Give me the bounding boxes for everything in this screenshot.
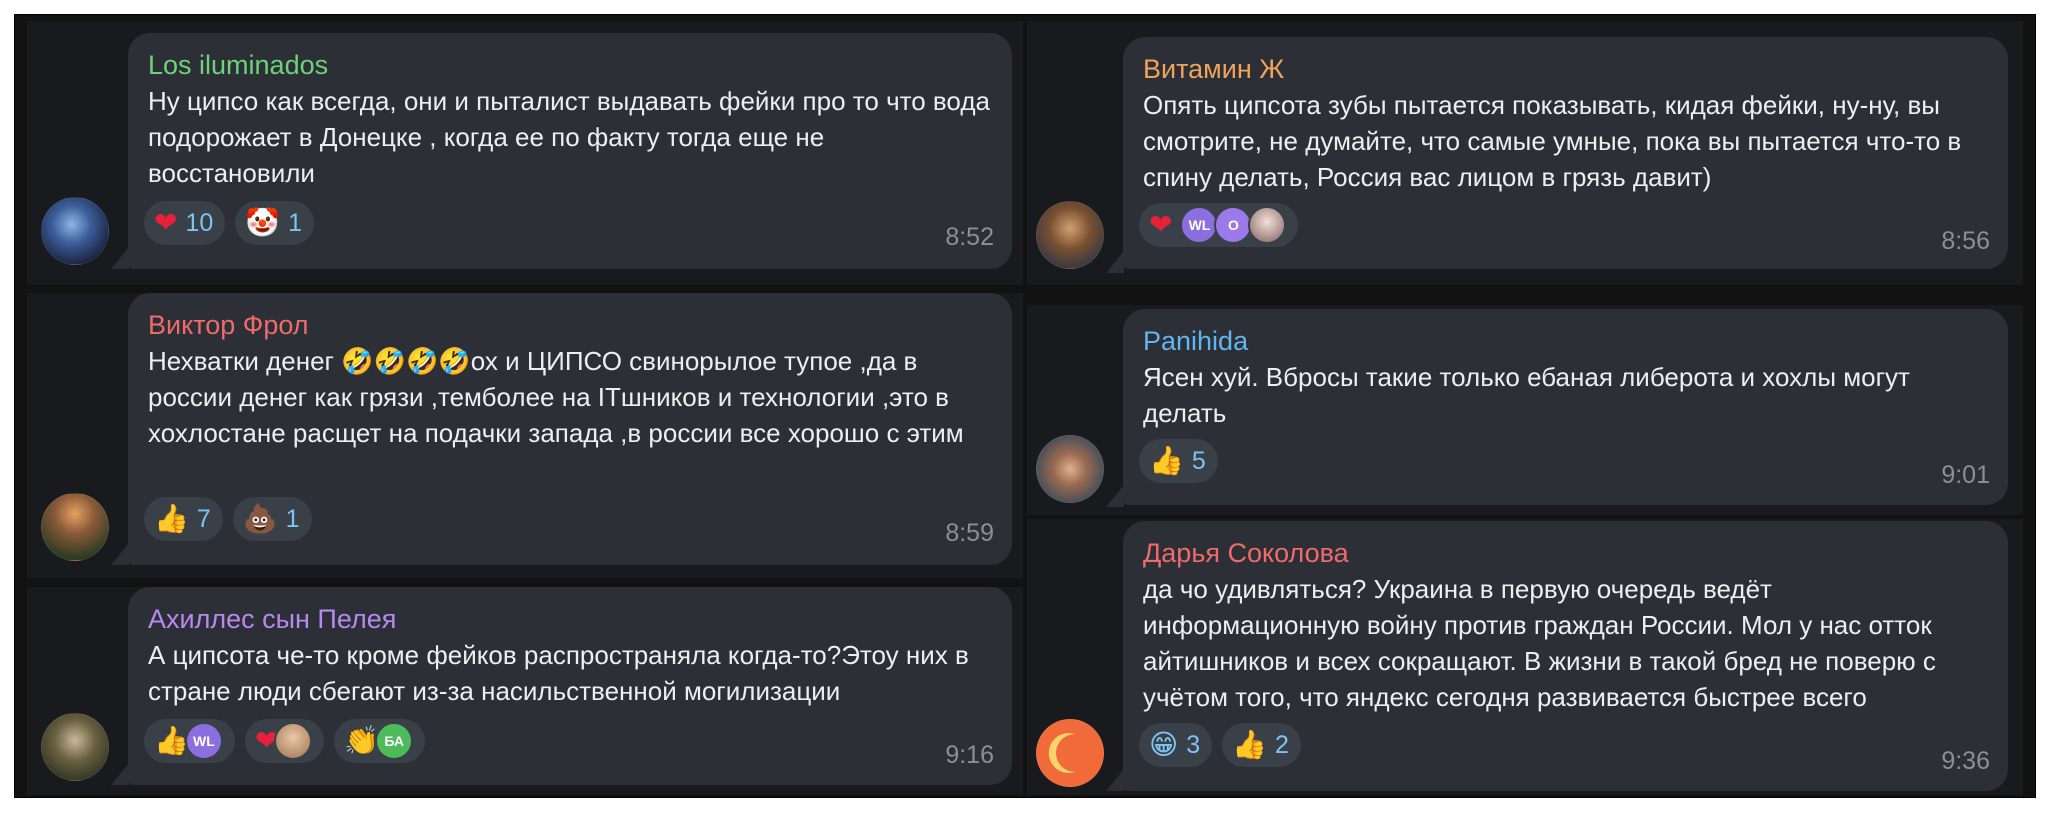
reaction-count: 3 bbox=[1186, 730, 1201, 759]
user-avatar[interactable] bbox=[41, 493, 109, 561]
message-bubble[interactable]: Ахиллес сын Пелея А ципсота че-то кроме … bbox=[128, 587, 1012, 785]
reactions-bar: ❤ WL O bbox=[1139, 203, 1299, 247]
reaction-count: 2 bbox=[1274, 730, 1289, 759]
moon-icon bbox=[1037, 720, 1103, 786]
thumbs-up-icon: 👍 bbox=[154, 503, 189, 534]
author-name[interactable]: Ахиллес сын Пелея bbox=[148, 603, 992, 635]
message-text: Ну ципсо как всегда, они и пыталист выда… bbox=[148, 86, 998, 188]
reactions-bar: 👍 5 bbox=[1139, 439, 1218, 483]
user-avatar[interactable] bbox=[1036, 435, 1104, 503]
author-name[interactable]: Виктор Фрол bbox=[148, 309, 992, 341]
message-bubble[interactable]: Дарья Соколова да чо удивляться? Украина… bbox=[1123, 521, 2008, 791]
message-time: 8:52 bbox=[945, 223, 994, 251]
reactor-avatar: WL bbox=[184, 722, 223, 760]
reaction-chip[interactable]: 💩 1 bbox=[232, 497, 312, 541]
reaction-count: 1 bbox=[288, 208, 303, 237]
thumbs-up-icon: 👍 bbox=[1149, 445, 1184, 476]
message-time: 8:56 bbox=[1941, 227, 1990, 255]
message-text: Нехватки денег 🤣🤣🤣🤣ох и ЦИПСО свинорылое… bbox=[148, 346, 964, 448]
reaction-chip[interactable]: ❤ 10 bbox=[144, 201, 226, 245]
reactor-avatar bbox=[1248, 206, 1287, 244]
reaction-count: 5 bbox=[1191, 446, 1206, 475]
thumbs-up-icon: 👍 bbox=[1232, 729, 1267, 760]
reaction-chip[interactable]: 😁 3 bbox=[1139, 723, 1213, 767]
grin-icon: 😁 bbox=[1149, 729, 1179, 760]
reaction-chip[interactable]: ❤ WL O bbox=[1139, 203, 1299, 247]
message-bubble[interactable]: Виктор Фрол Нехватки денег 🤣🤣🤣🤣ох и ЦИПС… bbox=[128, 293, 1012, 565]
reaction-chip[interactable]: 👍 2 bbox=[1222, 723, 1301, 767]
author-name[interactable]: Дарья Соколова bbox=[1143, 537, 1988, 569]
thumbs-up-icon: 👍 bbox=[154, 725, 189, 756]
reactor-avatar: БА bbox=[375, 722, 414, 760]
message-bubble[interactable]: Los iluminados Ну ципсо как всегда, они … bbox=[128, 33, 1012, 269]
message-bubble[interactable]: Panihida Ясен хуй. Вбросы такие только е… bbox=[1123, 309, 2008, 505]
reaction-count: 1 bbox=[285, 504, 300, 533]
reactions-bar: ❤ 10 🤡 1 bbox=[144, 201, 315, 245]
reaction-chip[interactable]: 👍 7 bbox=[144, 497, 223, 541]
message-text: Опять ципсота зубы пытается показывать, … bbox=[1143, 90, 1969, 192]
clap-icon: 👏 bbox=[344, 725, 380, 756]
clown-icon: 🤡 bbox=[245, 207, 281, 238]
reactions-bar: 😁 3 👍 2 bbox=[1139, 723, 1301, 767]
reactions-bar: 👍 WL ❤ 👏 БА bbox=[144, 719, 426, 763]
screenshot-frame: Los iluminados Ну ципсо как всегда, они … bbox=[14, 14, 2036, 798]
reaction-chip[interactable]: 👏 БА bbox=[334, 719, 426, 763]
reaction-chip[interactable]: 👍 WL bbox=[144, 719, 235, 763]
heart-icon: ❤ bbox=[154, 207, 178, 238]
author-name[interactable]: Витамин Ж bbox=[1143, 53, 1988, 85]
poop-icon: 💩 bbox=[242, 503, 278, 534]
message-time: 9:16 bbox=[945, 741, 994, 769]
author-name[interactable]: Los iluminados bbox=[148, 49, 992, 81]
author-name[interactable]: Panihida bbox=[1143, 325, 1988, 357]
user-avatar[interactable] bbox=[1036, 201, 1104, 269]
heart-icon: ❤ bbox=[1149, 209, 1173, 240]
reaction-chip[interactable]: 🤡 1 bbox=[235, 201, 315, 245]
message-text: да чо удивляться? Украина в первую очере… bbox=[1143, 574, 1944, 712]
message-text: А ципсота че-то кроме фейков распростран… bbox=[148, 640, 977, 706]
user-avatar[interactable] bbox=[41, 713, 109, 781]
message-text: Ясен хуй. Вбросы такие только ебаная либ… bbox=[1143, 362, 1918, 428]
message-time: 9:36 bbox=[1941, 747, 1990, 775]
reactor-avatar: O bbox=[1214, 206, 1253, 244]
message-time: 9:01 bbox=[1941, 461, 1990, 489]
reaction-chip[interactable]: 👍 5 bbox=[1139, 439, 1218, 483]
user-avatar[interactable] bbox=[41, 197, 109, 265]
reactor-avatar: WL bbox=[1180, 206, 1219, 244]
user-avatar[interactable] bbox=[1036, 719, 1104, 787]
reaction-chip[interactable]: ❤ bbox=[244, 719, 325, 763]
reaction-count: 10 bbox=[185, 208, 214, 237]
message-bubble[interactable]: Витамин Ж Опять ципсота зубы пытается по… bbox=[1123, 37, 2008, 269]
reactions-bar: 👍 7 💩 1 bbox=[144, 497, 312, 541]
reactor-avatar bbox=[274, 722, 313, 760]
message-time: 8:59 bbox=[945, 519, 994, 547]
reaction-count: 7 bbox=[196, 504, 211, 533]
